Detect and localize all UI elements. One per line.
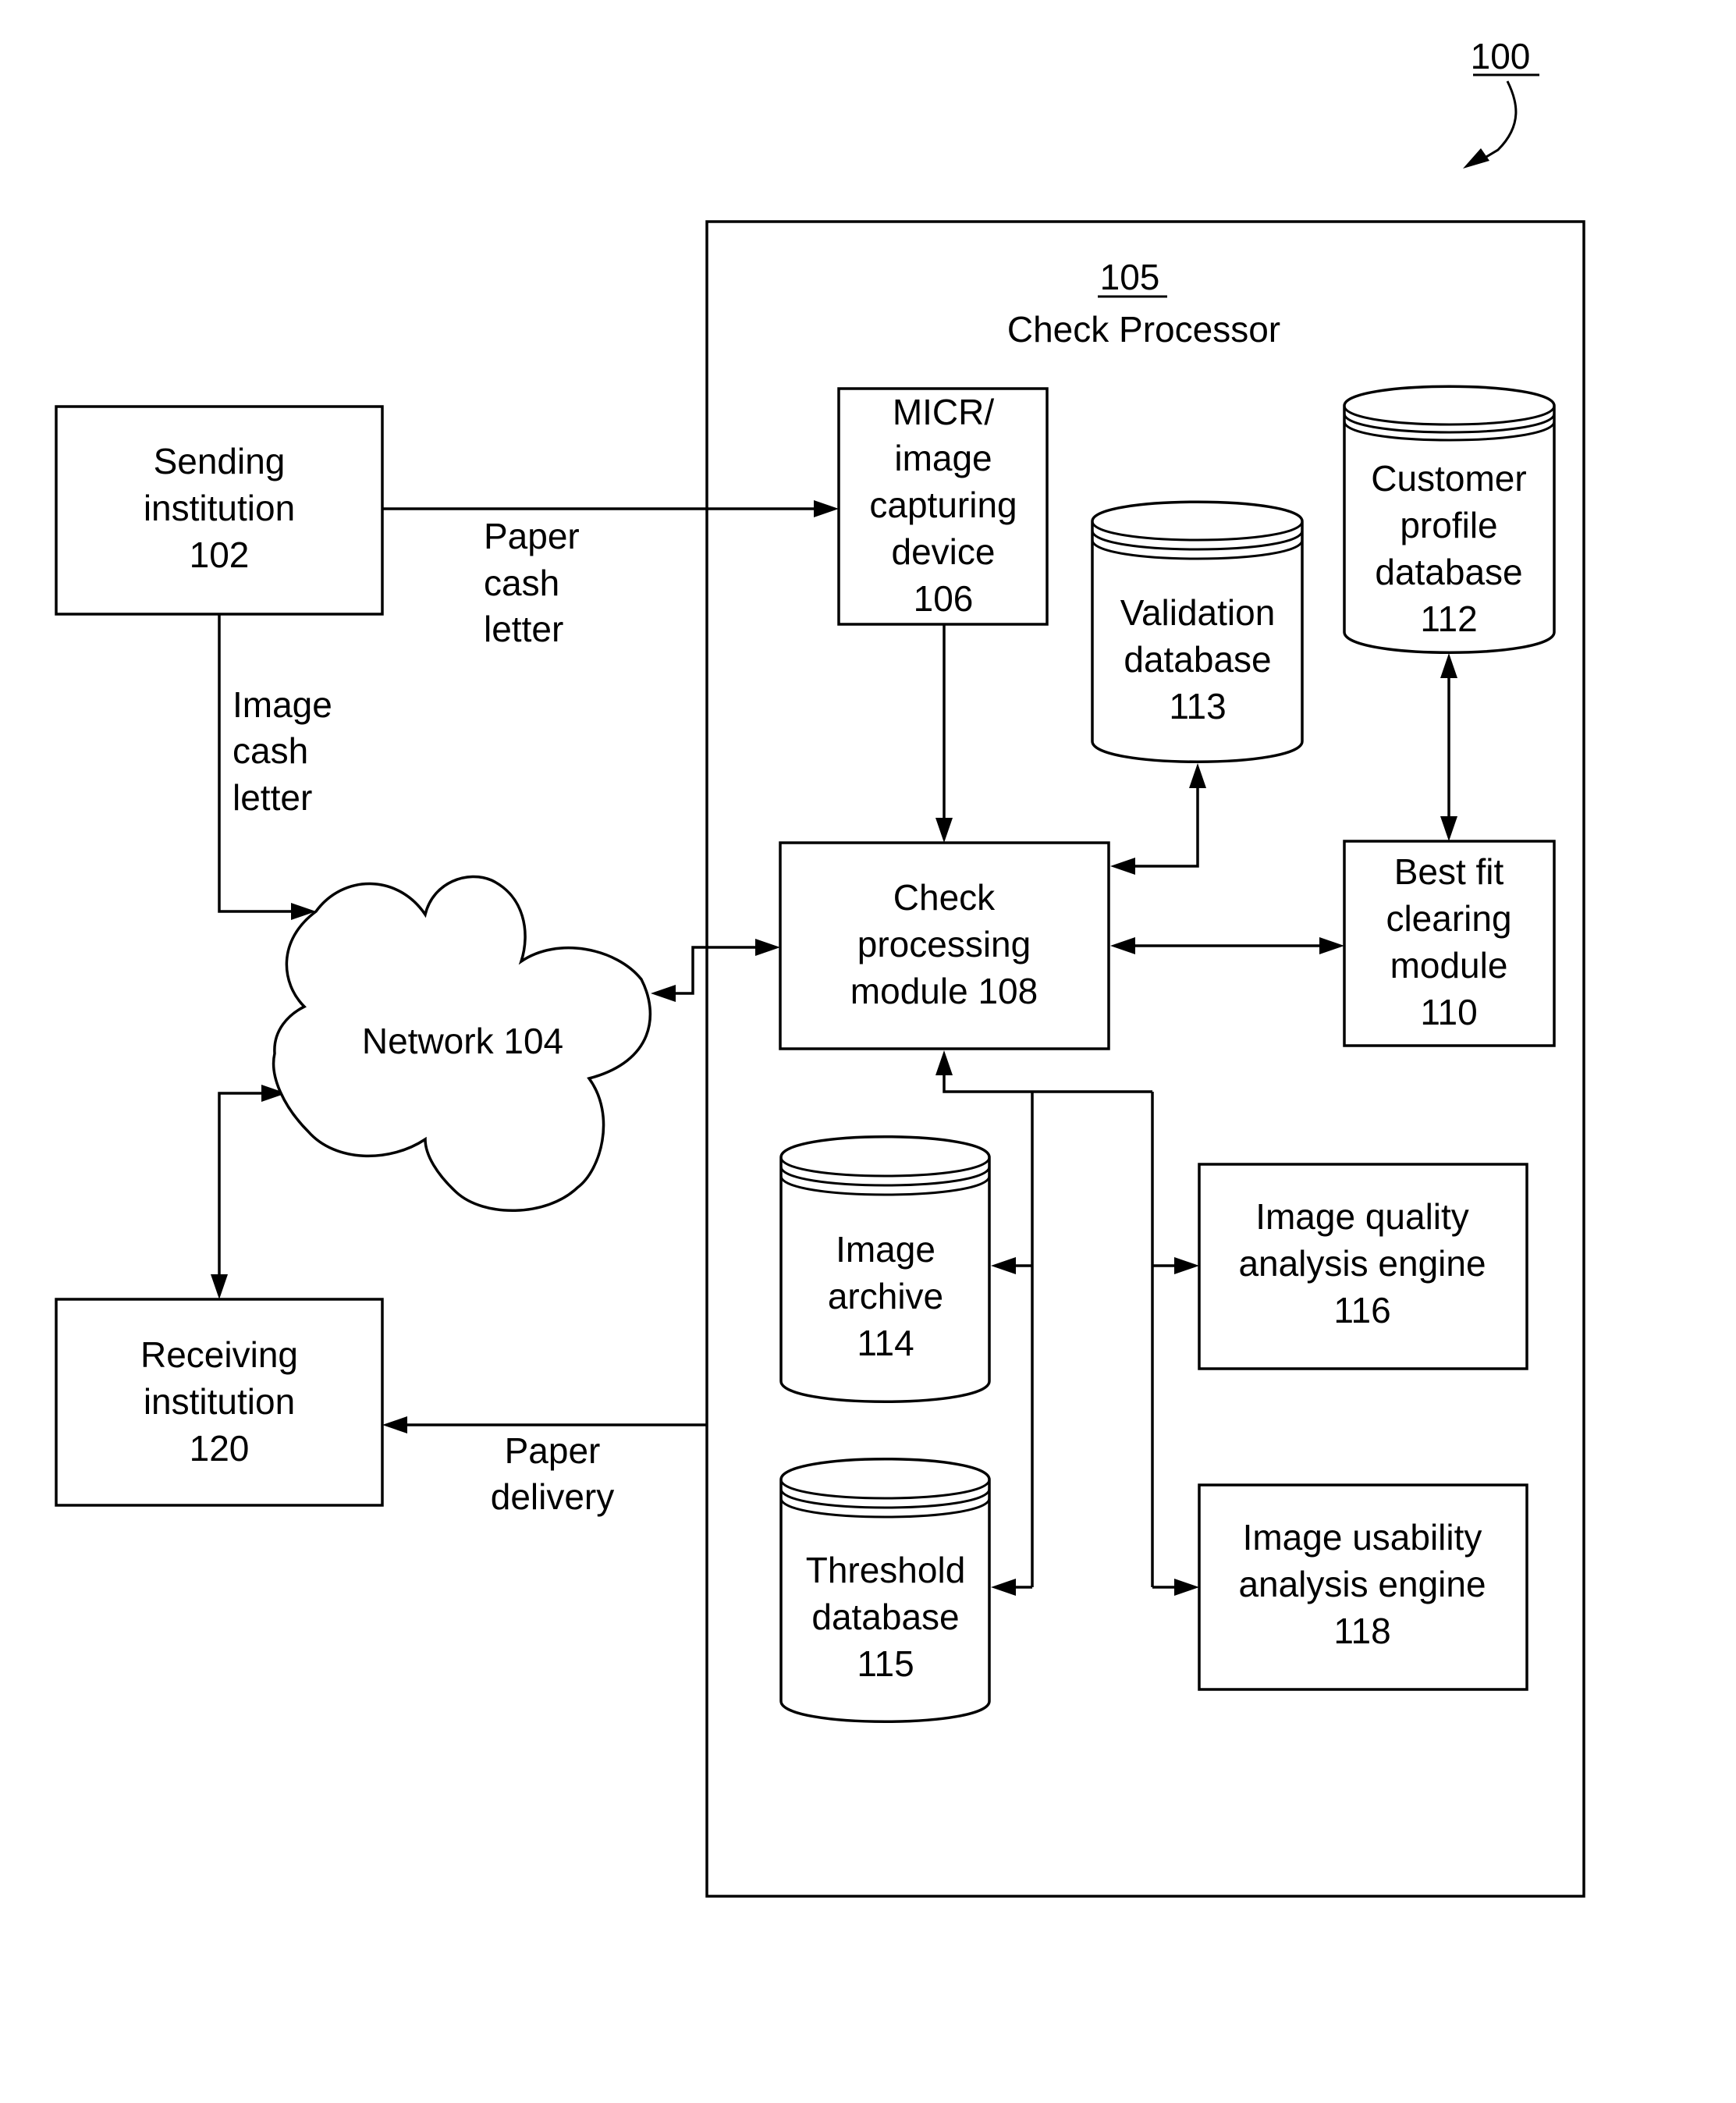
node-best-fit-clearing-module[interactable]: Best fit clearing module 110 bbox=[1343, 840, 1556, 1047]
svg-text:processing: processing bbox=[857, 924, 1031, 964]
svg-text:106: 106 bbox=[914, 578, 974, 619]
svg-text:institution: institution bbox=[144, 488, 295, 528]
edge-network-receiving bbox=[218, 1092, 271, 1284]
svg-text:database: database bbox=[1124, 639, 1271, 680]
svg-text:Receiving: Receiving bbox=[140, 1334, 298, 1375]
svg-text:image: image bbox=[894, 438, 992, 478]
svg-text:letter: letter bbox=[484, 609, 563, 649]
figure-ref: 100 bbox=[1463, 36, 1539, 169]
edge-label-paper-cash-letter: Paper cash letter bbox=[484, 516, 580, 649]
svg-text:Best fit: Best fit bbox=[1394, 851, 1504, 892]
check-processor-ref: 105 bbox=[1100, 257, 1160, 297]
figure-ref-arrowhead bbox=[1463, 148, 1489, 169]
svg-text:module 108: module 108 bbox=[850, 971, 1038, 1011]
svg-text:letter: letter bbox=[233, 777, 312, 818]
svg-text:capturing: capturing bbox=[869, 485, 1017, 525]
svg-text:116: 116 bbox=[1333, 1290, 1390, 1330]
svg-text:114: 114 bbox=[857, 1323, 914, 1363]
svg-text:Validation: Validation bbox=[1120, 592, 1276, 633]
svg-text:archive: archive bbox=[828, 1276, 943, 1316]
node-validation-database[interactable]: Validation database 113 bbox=[1091, 500, 1304, 763]
arrowhead-receiving bbox=[211, 1274, 228, 1299]
svg-text:device: device bbox=[892, 531, 996, 572]
svg-text:module: module bbox=[1390, 945, 1508, 986]
svg-text:112: 112 bbox=[1420, 599, 1477, 639]
node-sending-institution[interactable]: Sending institution 102 bbox=[55, 405, 384, 616]
node-network[interactable]: Network 104 bbox=[272, 875, 652, 1212]
svg-text:115: 115 bbox=[857, 1643, 914, 1684]
arrowhead-network-from-checkproc bbox=[651, 985, 676, 1002]
svg-text:analysis engine: analysis engine bbox=[1238, 1243, 1486, 1284]
svg-text:113: 113 bbox=[1169, 686, 1226, 726]
svg-text:cash: cash bbox=[233, 730, 308, 771]
figure-ref-pointer bbox=[1478, 80, 1518, 163]
edge-label-image-cash-letter: Image cash letter bbox=[233, 684, 332, 818]
svg-text:120: 120 bbox=[190, 1428, 250, 1469]
svg-text:Threshold: Threshold bbox=[806, 1550, 966, 1590]
node-threshold-database[interactable]: Threshold database 115 bbox=[779, 1458, 991, 1723]
svg-text:database: database bbox=[1375, 552, 1522, 592]
figure-ref-number: 100 bbox=[1471, 36, 1531, 76]
check-processor-title: Check Processor bbox=[1007, 309, 1280, 350]
svg-text:clearing: clearing bbox=[1386, 898, 1511, 939]
svg-text:118: 118 bbox=[1333, 1611, 1390, 1651]
svg-text:Image quality: Image quality bbox=[1255, 1196, 1469, 1237]
svg-text:Customer: Customer bbox=[1371, 458, 1526, 499]
node-micr-device[interactable]: MICR/ image capturing device 106 bbox=[837, 387, 1049, 626]
svg-text:102: 102 bbox=[190, 535, 250, 575]
svg-text:cash: cash bbox=[484, 563, 559, 603]
node-customer-profile-database[interactable]: Customer profile database 112 bbox=[1343, 385, 1556, 654]
check-processing-diagram: 100 105 Check Processor Paper cash lette… bbox=[55, 36, 1585, 1898]
svg-text:Image: Image bbox=[233, 684, 332, 725]
svg-text:Image: Image bbox=[836, 1229, 935, 1270]
svg-text:110: 110 bbox=[1420, 992, 1477, 1032]
arrowhead-receiving-paper bbox=[382, 1416, 407, 1433]
svg-text:institution: institution bbox=[144, 1381, 295, 1422]
node-image-archive[interactable]: Image archive 114 bbox=[779, 1135, 991, 1403]
edge-label-paper-delivery: Paper delivery bbox=[491, 1430, 615, 1517]
svg-text:Paper: Paper bbox=[505, 1430, 601, 1471]
svg-text:Sending: Sending bbox=[154, 441, 286, 481]
svg-text:Paper: Paper bbox=[484, 516, 580, 556]
svg-text:Image usability: Image usability bbox=[1243, 1517, 1482, 1558]
svg-text:database: database bbox=[811, 1597, 959, 1637]
svg-text:analysis engine: analysis engine bbox=[1238, 1564, 1486, 1604]
svg-text:Check: Check bbox=[893, 877, 996, 918]
node-check-processing-module[interactable]: Check processing module 108 bbox=[779, 841, 1110, 1050]
svg-text:Network 104: Network 104 bbox=[362, 1021, 563, 1061]
svg-text:delivery: delivery bbox=[491, 1476, 615, 1517]
node-receiving-institution[interactable]: Receiving institution 120 bbox=[55, 1298, 384, 1507]
node-image-quality-engine[interactable]: Image quality analysis engine 116 bbox=[1198, 1163, 1528, 1370]
node-image-usability-engine[interactable]: Image usability analysis engine 118 bbox=[1198, 1483, 1528, 1691]
svg-text:MICR/: MICR/ bbox=[893, 392, 995, 432]
svg-text:profile: profile bbox=[1400, 505, 1497, 545]
